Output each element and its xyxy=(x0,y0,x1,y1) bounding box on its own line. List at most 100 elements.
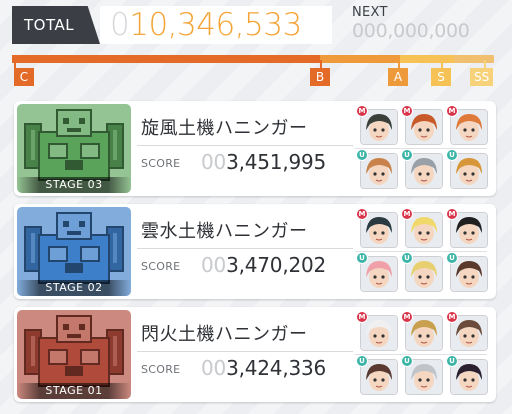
character-portrait xyxy=(406,257,442,291)
stage-thumbnail: STAGE 02 xyxy=(17,207,131,296)
stage-thumbnail: STAGE 03 xyxy=(17,104,131,193)
character-portrait xyxy=(361,360,397,394)
party-grid: M M M U U U xyxy=(353,311,489,398)
total-label: TOTAL xyxy=(12,6,100,44)
unit-badge-icon: U xyxy=(446,355,458,367)
stage-thumbnail: STAGE 01 xyxy=(17,310,131,399)
character-portrait xyxy=(451,154,487,188)
stage-card[interactable]: STAGE 01 閃火土機ハニンガー SCORE 003,424,336 M M… xyxy=(14,307,496,402)
rank-badge-a: A xyxy=(388,68,408,86)
unit-badge-icon: U xyxy=(356,355,368,367)
party-divider xyxy=(355,251,487,252)
party-member-slot[interactable]: U xyxy=(356,355,398,395)
stage-score: 003,451,995 xyxy=(201,150,326,174)
boss-name: 旋風土機ハニンガー xyxy=(141,118,308,139)
next-label: NEXT xyxy=(352,5,388,20)
rank-progress-fill xyxy=(12,55,320,63)
main-badge-icon: M xyxy=(446,208,458,220)
unit-badge-icon: U xyxy=(401,149,413,161)
character-portrait xyxy=(406,110,442,144)
name-divider xyxy=(137,248,353,249)
score-value: 3,424,336 xyxy=(226,356,327,380)
unit-badge-icon: U xyxy=(401,252,413,264)
character-portrait xyxy=(361,213,397,247)
main-badge-icon: M xyxy=(356,311,368,323)
character-portrait xyxy=(361,110,397,144)
character-portrait xyxy=(406,316,442,350)
party-member-slot[interactable]: M xyxy=(446,105,488,145)
party-member-slot[interactable]: U xyxy=(446,252,488,292)
party-divider xyxy=(355,148,487,149)
party-member-slot[interactable]: U xyxy=(356,149,398,189)
party-grid: M M M U U U xyxy=(353,105,489,192)
stage-card[interactable]: STAGE 02 雲水土機ハニンガー SCORE 003,470,202 M M… xyxy=(14,204,496,299)
party-member-slot[interactable]: U xyxy=(401,149,443,189)
rank-badge-b: B xyxy=(310,68,330,86)
party-member-slot[interactable]: M xyxy=(356,311,398,351)
rank-badge-s: S xyxy=(431,68,451,86)
main-badge-icon: M xyxy=(356,208,368,220)
total-score: 010,346,533 xyxy=(110,4,302,46)
boss-name: 雲水土機ハニンガー xyxy=(141,221,308,242)
rank-badge-c: C xyxy=(14,68,34,86)
party-member-slot[interactable]: M xyxy=(446,208,488,248)
stage-score: 003,470,202 xyxy=(201,253,326,277)
total-score-leading-zero: 0 xyxy=(110,7,130,43)
rank-progress-bar xyxy=(12,55,494,63)
stage-number-label: STAGE 01 xyxy=(17,383,131,399)
party-grid: M M M U U U xyxy=(353,208,489,295)
party-member-slot[interactable]: M xyxy=(356,105,398,145)
party-member-slot[interactable]: M xyxy=(356,208,398,248)
character-portrait xyxy=(406,213,442,247)
rank-segment-a xyxy=(320,55,400,63)
score-label: SCORE xyxy=(141,157,181,170)
unit-badge-icon: U xyxy=(401,355,413,367)
score-leading-zeros: 00 xyxy=(201,150,227,174)
character-portrait xyxy=(361,257,397,291)
party-member-slot[interactable]: M xyxy=(401,208,443,248)
boss-name: 閃火土機ハニンガー xyxy=(141,324,308,345)
score-value: 3,470,202 xyxy=(226,253,327,277)
next-score: 000,000,000 xyxy=(352,20,470,42)
stage-card[interactable]: STAGE 03 旋風土機ハニンガー SCORE 003,451,995 M M… xyxy=(14,101,496,196)
total-score-value: 10,346,533 xyxy=(129,7,302,43)
rank-badge-ss: SS xyxy=(470,68,494,86)
score-label: SCORE xyxy=(141,260,181,273)
score-value: 3,451,995 xyxy=(226,150,327,174)
party-member-slot[interactable]: U xyxy=(401,252,443,292)
character-portrait xyxy=(451,213,487,247)
score-leading-zeros: 00 xyxy=(201,356,227,380)
main-badge-icon: M xyxy=(401,208,413,220)
name-divider xyxy=(137,351,353,352)
unit-badge-icon: U xyxy=(446,252,458,264)
character-portrait xyxy=(451,316,487,350)
party-member-slot[interactable]: U xyxy=(446,355,488,395)
character-portrait xyxy=(406,360,442,394)
stage-number-label: STAGE 02 xyxy=(17,280,131,296)
party-member-slot[interactable]: U xyxy=(356,252,398,292)
stage-number-label: STAGE 03 xyxy=(17,177,131,193)
party-member-slot[interactable]: M xyxy=(401,105,443,145)
score-leading-zeros: 00 xyxy=(201,253,227,277)
rank-segment-s xyxy=(400,55,454,63)
character-portrait xyxy=(451,360,487,394)
party-member-slot[interactable]: M xyxy=(446,311,488,351)
party-member-slot[interactable]: M xyxy=(401,311,443,351)
main-badge-icon: M xyxy=(356,105,368,117)
character-portrait xyxy=(451,257,487,291)
party-member-slot[interactable]: U xyxy=(401,355,443,395)
score-label: SCORE xyxy=(141,363,181,376)
main-badge-icon: M xyxy=(446,105,458,117)
character-portrait xyxy=(361,316,397,350)
main-badge-icon: M xyxy=(401,311,413,323)
party-divider xyxy=(355,354,487,355)
unit-badge-icon: U xyxy=(356,252,368,264)
main-badge-icon: M xyxy=(446,311,458,323)
party-member-slot[interactable]: U xyxy=(446,149,488,189)
unit-badge-icon: U xyxy=(356,149,368,161)
main-badge-icon: M xyxy=(401,105,413,117)
character-portrait xyxy=(361,154,397,188)
character-portrait xyxy=(406,154,442,188)
unit-badge-icon: U xyxy=(446,149,458,161)
name-divider xyxy=(137,145,353,146)
